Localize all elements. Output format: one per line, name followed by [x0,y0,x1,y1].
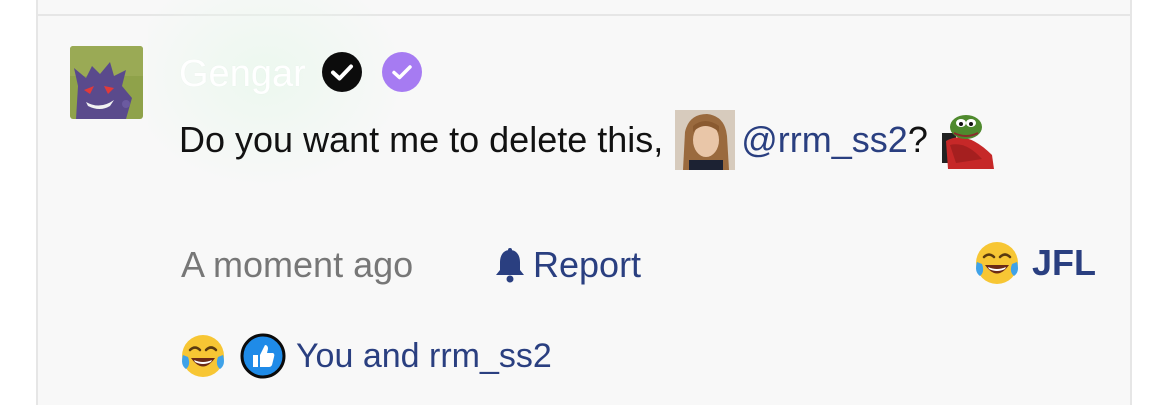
timestamp: A moment ago [181,244,414,285]
mention-avatar[interactable] [675,110,736,170]
report-button[interactable]: Report [493,244,641,286]
premium-badge-icon [382,52,422,92]
bell-icon [496,248,524,283]
comment-card: Gengar Do you want me to delete this, @r… [36,0,1132,405]
mention-link[interactable]: @rrm_ss2 [741,119,908,161]
message-prefix: Do you want me to delete this, [179,119,664,160]
avatar[interactable] [70,46,143,119]
reaction-label: JFL [1031,242,1096,283]
verified-badge-icon [322,52,362,92]
joy-emoji-icon [182,335,224,377]
thumbs-up-icon [240,333,286,379]
reactions-summary[interactable]: You and rrm_ss2 [180,333,552,379]
pepe-emote-icon [941,115,994,169]
reaction-button[interactable]: JFL [974,240,1096,286]
comment-text: Do you want me to delete this, @rrm_ss2 … [179,110,996,170]
report-label: Report [533,244,642,285]
joy-emoji-icon [975,242,1018,284]
message-suffix: ? [907,119,928,160]
author-name[interactable]: Gengar [179,52,306,96]
reactions-summary-text: You and rrm_ss2 [296,336,552,375]
